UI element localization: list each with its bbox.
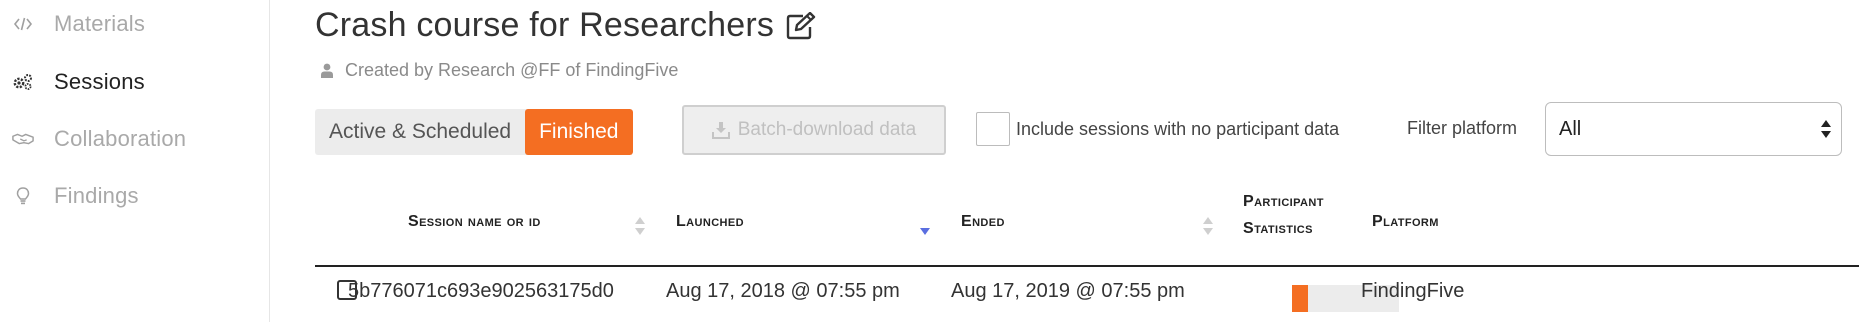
tab-active-scheduled[interactable]: Active & Scheduled [315,109,525,155]
cell-ended: Aug 17, 2019 @ 07:55 pm [951,280,1185,302]
column-header-launched[interactable]: Launched [676,184,744,260]
sidebar-item-label: Collaboration [54,126,187,151]
filter-platform-select[interactable]: All [1545,102,1842,156]
cell-platform: FindingFive [1361,280,1465,302]
cell-launched: Aug 17, 2018 @ 07:55 pm [666,280,900,302]
session-status-tabs: Active & Scheduled Finished [315,109,633,155]
creator-text: Created by Research @FF of FindingFive [345,60,679,80]
sort-descending-icon[interactable] [918,214,932,238]
page-title: Crash course for Researchers [315,6,775,44]
download-icon [711,121,730,139]
edit-icon[interactable] [784,9,818,43]
column-header-platform: Platform [1372,213,1439,230]
column-header-session[interactable]: Session name or id [408,184,541,260]
table-row: 5b776071c693e902563175d0 Aug 17, 2018 @ … [315,268,1859,322]
include-no-data-checkbox[interactable] [976,112,1010,146]
sidebar-item-collaboration[interactable]: Collaboration [12,121,186,157]
sidebar-item-label: Materials [54,11,146,36]
table-header-divider [315,265,1859,267]
title-row: Crash course for Researchers [315,6,818,45]
user-icon [321,63,335,79]
handshake-icon [12,128,34,150]
lightbulb-icon [12,185,34,207]
select-arrows-icon [1819,117,1833,141]
column-header-participant: Participant [1243,193,1324,210]
include-no-data-option: Include sessions with no participant dat… [976,112,1339,146]
batch-download-label: Batch-download data [737,119,917,140]
sort-icon[interactable] [1201,214,1215,238]
sidebar: Materials Sessions Collaboration Finding… [0,0,270,322]
cell-session-id[interactable]: 5b776071c693e902563175d0 [348,280,614,303]
sidebar-item-label: Sessions [54,69,145,94]
main-content: Crash course for Researchers Created by … [315,0,1859,322]
sidebar-item-findings[interactable]: Findings [12,178,139,214]
column-header-ended[interactable]: Ended [961,184,1005,260]
sessions-table-header: Session name or id Launched Ended Partic… [315,190,1859,266]
sidebar-item-sessions[interactable]: Sessions [12,64,145,100]
include-no-data-label: Include sessions with no participant dat… [1016,118,1340,139]
sort-icon[interactable] [633,214,647,238]
gears-icon [12,71,34,93]
column-header-statistics: Statistics [1243,220,1313,237]
tab-finished[interactable]: Finished [525,109,633,155]
participant-progress-fill [1292,285,1309,312]
sidebar-item-label: Findings [54,183,139,208]
code-icon [12,13,34,35]
sidebar-item-materials[interactable]: Materials [12,6,145,42]
creator-info: Created by Research @FF of FindingFive [321,60,678,81]
filter-platform-label: Filter platform [1407,118,1518,138]
filter-platform-value: All [1559,117,1582,140]
batch-download-button[interactable]: Batch-download data [682,105,946,155]
